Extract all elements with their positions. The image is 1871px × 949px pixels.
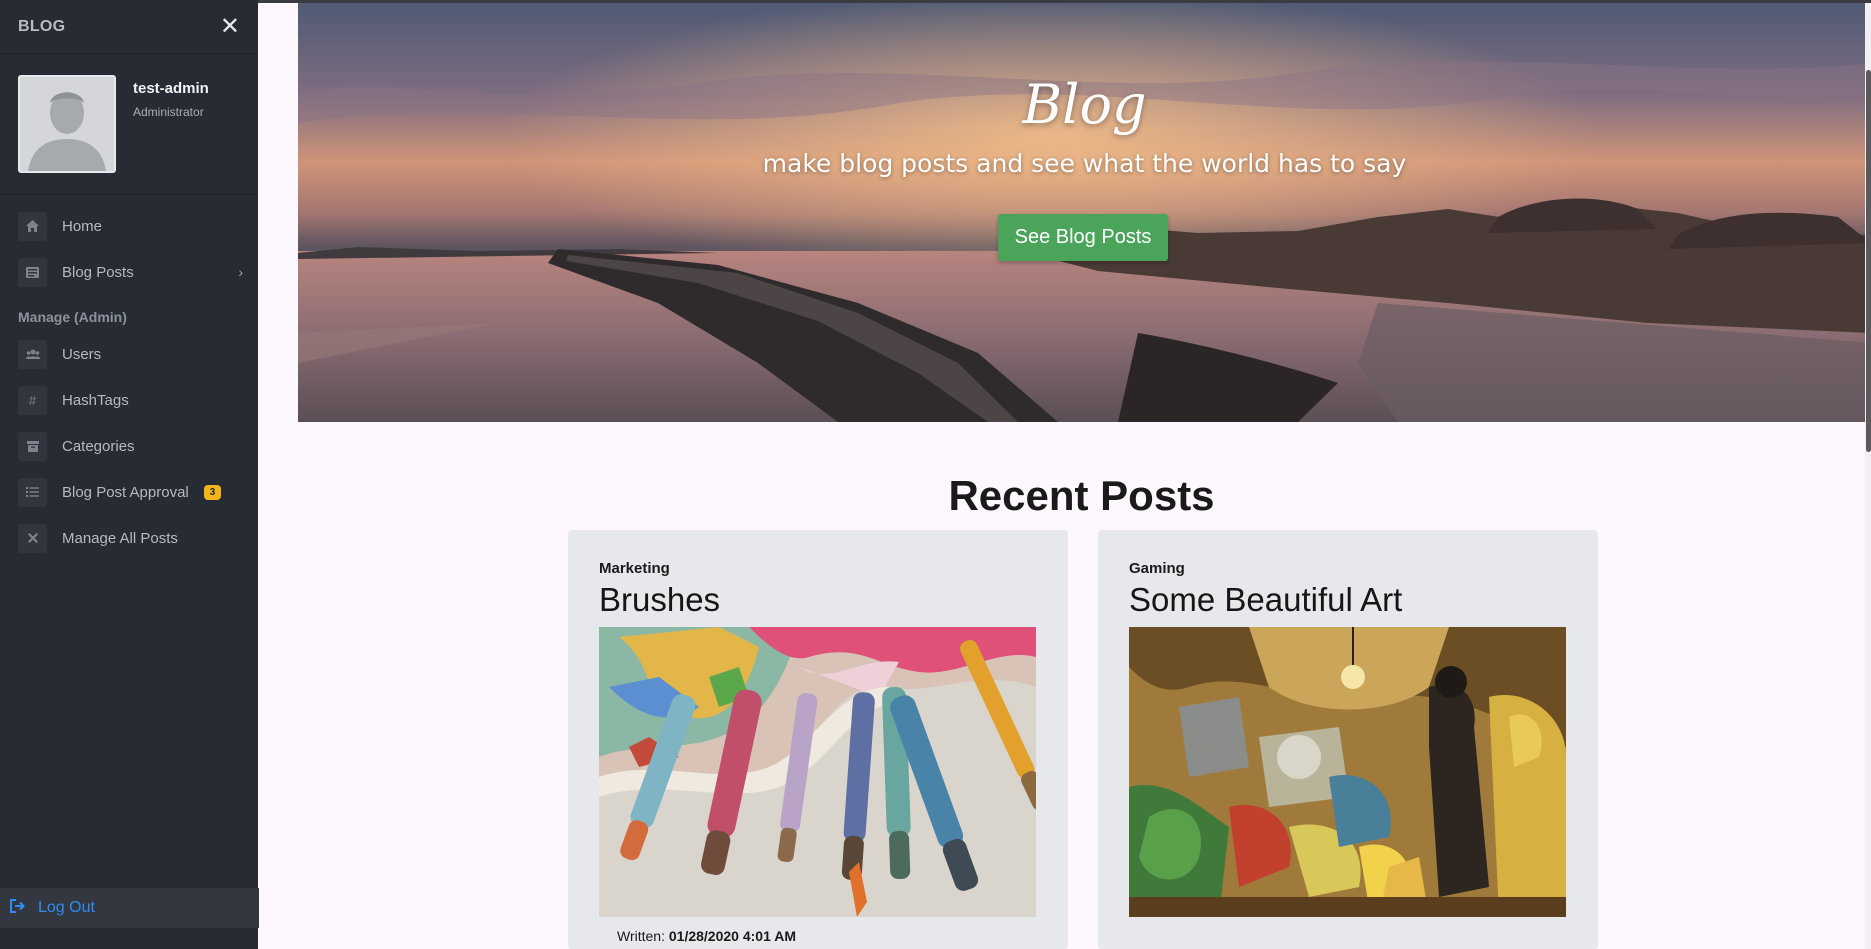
sidebar-brand: BLOG — [18, 17, 66, 35]
users-icon — [18, 339, 47, 369]
user-role: Administrator — [133, 105, 204, 119]
post-category: Marketing — [599, 560, 670, 577]
sidebar-item-label: HashTags — [62, 391, 129, 409]
sidebar-item-blog-post-approval[interactable]: Blog Post Approval 3 — [0, 469, 258, 515]
sidebar-item-users[interactable]: Users — [0, 331, 258, 377]
sidebar: BLOG ✕ test-admin Administrator Home Blo… — [0, 0, 259, 949]
written-date-value: 01/28/2020 4:01 AM — [668, 928, 796, 944]
post-card-some-beautiful-art[interactable]: Gaming Some Beautiful Art — [1098, 530, 1598, 949]
sign-out-icon — [10, 899, 26, 917]
sidebar-item-blog-posts[interactable]: Blog Posts › — [0, 249, 258, 295]
close-icon[interactable]: ✕ — [220, 14, 240, 39]
hashtag-icon: # — [18, 385, 47, 415]
sidebar-nav: Home Blog Posts › Manage (Admin) Users #… — [0, 195, 258, 561]
logout-button[interactable]: Log Out — [0, 888, 259, 928]
scrollbar-thumb[interactable] — [1866, 70, 1871, 452]
sidebar-item-label: Manage All Posts — [62, 529, 178, 547]
list-icon — [18, 477, 47, 507]
hero-title: Blog — [1022, 73, 1147, 136]
sidebar-header: BLOG ✕ — [0, 0, 258, 54]
sidebar-item-label: Blog Post Approval — [62, 483, 189, 501]
post-image-brushes[interactable] — [599, 627, 1036, 917]
avatar-placeholder-icon — [20, 77, 114, 171]
sidebar-item-label: Blog Posts — [62, 263, 134, 281]
sidebar-item-label: Users — [62, 345, 102, 363]
post-card-brushes[interactable]: Marketing Brushes Written: 01/28/2020 4:… — [568, 530, 1068, 949]
chevron-right-icon: › — [238, 264, 243, 280]
logout-label: Log Out — [38, 899, 95, 916]
written-label: Written: — [617, 928, 665, 944]
recent-posts-heading: Recent Posts — [948, 472, 1215, 519]
hero-subtitle: make blog posts and see what the world h… — [762, 149, 1407, 178]
sidebar-item-home[interactable]: Home — [0, 203, 258, 249]
user-name: test-admin — [133, 80, 209, 97]
pending-count-badge: 3 — [203, 484, 222, 500]
post-written-date: Written: 01/28/2020 4:01 AM — [617, 928, 796, 944]
user-panel: test-admin Administrator — [0, 54, 258, 195]
newspaper-icon — [18, 257, 47, 287]
sidebar-item-label: Categories — [62, 437, 135, 455]
sidebar-section-heading: Manage (Admin) — [18, 309, 127, 325]
sidebar-item-hashtags[interactable]: # HashTags — [0, 377, 258, 423]
post-title[interactable]: Brushes — [599, 581, 1037, 619]
post-category: Gaming — [1129, 560, 1185, 577]
avatar — [18, 75, 116, 173]
see-blog-posts-button[interactable]: See Blog Posts — [998, 214, 1168, 261]
home-icon — [18, 211, 47, 241]
post-image-art[interactable] — [1129, 627, 1566, 917]
sidebar-item-manage-all-posts[interactable]: Manage All Posts — [0, 515, 258, 561]
hero-background-image — [298, 3, 1871, 422]
sidebar-item-label: Home — [62, 217, 103, 235]
hero-banner: Blog make blog posts and see what the wo… — [298, 3, 1871, 422]
tools-icon — [18, 523, 47, 553]
archive-icon — [18, 431, 47, 461]
post-title[interactable]: Some Beautiful Art — [1129, 581, 1567, 619]
sidebar-item-categories[interactable]: Categories — [0, 423, 258, 469]
